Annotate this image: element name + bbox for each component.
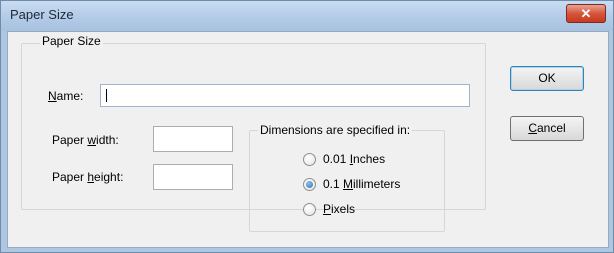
name-label: Name: (48, 89, 84, 103)
radio-millimeters[interactable] (303, 178, 316, 191)
radio-pixels[interactable] (303, 203, 316, 216)
text-caret (106, 89, 107, 102)
paper-width-input[interactable] (153, 126, 233, 152)
window-title: Paper Size (10, 7, 74, 22)
cancel-button[interactable]: Cancel (510, 116, 584, 141)
radio-millimeters-label[interactable]: 0.1 Millimeters (323, 177, 400, 191)
radio-pixels-label[interactable]: Pixels (323, 202, 355, 216)
radio-inches-label[interactable]: 0.01 Inches (323, 152, 385, 166)
paper-height-input[interactable] (153, 164, 233, 190)
name-input[interactable] (100, 84, 470, 107)
close-button[interactable]: ✕ (566, 4, 606, 23)
paper-width-label: Paper width: (52, 133, 119, 147)
ok-button[interactable]: OK (510, 66, 584, 91)
title-bar[interactable]: Paper Size ✕ (1, 1, 613, 31)
paper-height-label: Paper height: (52, 170, 124, 184)
group-title: Paper Size (40, 34, 103, 48)
radio-inches[interactable] (303, 153, 316, 166)
dimensions-title: Dimensions are specified in: (258, 123, 413, 137)
close-icon: ✕ (580, 6, 592, 21)
